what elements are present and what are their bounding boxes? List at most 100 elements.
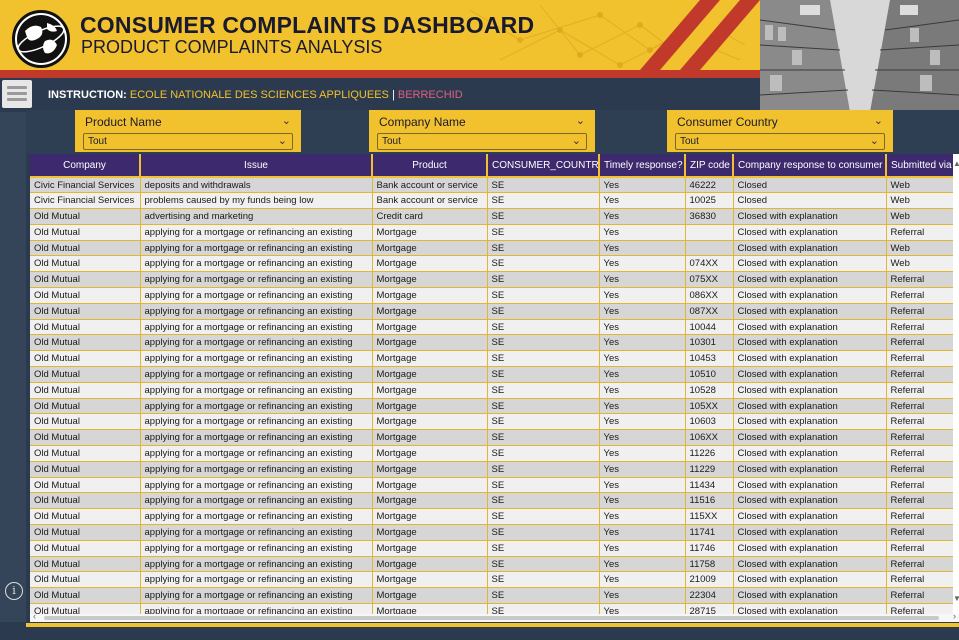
left-rail [0,112,26,622]
table-row[interactable]: Civic Financial Services deposits and wit… [30,177,957,194]
cell-consumer-country: SE [487,492,600,510]
chevron-down-icon[interactable]: ⌄ [282,114,291,127]
table-row[interactable]: Old Mutual applying for a mortgage or ref… [30,255,957,273]
cell-submitted-via: Referral [886,334,957,352]
cell-issue: applying for a mortgage or refinancing a… [140,429,373,447]
table-row[interactable]: Old Mutual applying for a mortgage or ref… [30,556,957,573]
hamburger-menu-icon[interactable] [2,80,32,108]
cell-product: Mortgage [372,461,488,478]
chevron-down-icon[interactable]: ⌄ [572,134,581,147]
table-row[interactable]: Old Mutual applying for a mortgage or ref… [30,350,957,368]
cell-issue: applying for a mortgage or refinancing a… [140,556,373,573]
table-row[interactable]: Old Mutual applying for a mortgage or ref… [30,540,957,557]
cell-submitted-via: Referral [886,508,957,526]
cell-submitted-via: Referral [886,398,957,415]
cell-issue: applying for a mortgage or refinancing a… [140,571,373,589]
cell-consumer-country: SE [487,255,600,273]
scroll-down-icon[interactable]: ▼ [953,594,959,603]
cell-submitted-via: Referral [886,445,957,462]
company-name-slicer[interactable]: Company Name ⌄ Tout ⌄ [369,110,595,152]
cell-timely-response: Yes [599,366,686,383]
vertical-scrollbar[interactable]: ▲ ▼ [953,154,959,622]
cell-zip-code: 10510 [685,366,734,383]
cell-timely-response: Yes [599,240,686,257]
cell-submitted-via: Web [886,208,957,225]
table-row[interactable]: Old Mutual applying for a mortgage or ref… [30,429,957,447]
product-name-dropdown[interactable]: Tout ⌄ [83,133,293,150]
cell-company-response: Closed with explanation [733,508,887,526]
scroll-up-icon[interactable]: ▲ [953,159,959,168]
cell-company-response: Closed [733,177,887,194]
column-header-submitted-via[interactable]: Submitted via [886,154,957,178]
cell-company: Old Mutual [30,319,141,336]
table-row[interactable]: Old Mutual applying for a mortgage or ref… [30,477,957,494]
cell-zip-code: 10044 [685,319,734,336]
column-header-product[interactable]: Product [372,154,488,178]
table-row[interactable]: Old Mutual applying for a mortgage or ref… [30,587,957,605]
table-row[interactable]: Old Mutual applying for a mortgage or ref… [30,271,957,289]
cell-company-response: Closed with explanation [733,334,887,352]
cell-submitted-via: Referral [886,524,957,541]
cell-company: Old Mutual [30,413,141,431]
cell-zip-code: 11516 [685,492,734,510]
table-row[interactable]: Old Mutual applying for a mortgage or ref… [30,224,957,241]
column-header-consumer-country[interactable]: CONSUMER_COUNTRY [487,154,600,178]
table-row[interactable]: Old Mutual applying for a mortgage or ref… [30,303,957,320]
cell-zip-code: 22304 [685,587,734,605]
table-row[interactable]: Old Mutual applying for a mortgage or ref… [30,413,957,431]
table-row[interactable]: Civic Financial Services problems caused … [30,192,957,210]
cell-consumer-country: SE [487,287,600,304]
table-row[interactable]: Old Mutual applying for a mortgage or ref… [30,382,957,399]
cell-zip-code [685,240,734,257]
column-header-timely-response[interactable]: Timely response? [599,154,686,178]
column-header-issue[interactable]: Issue [140,154,373,178]
table-row[interactable]: Old Mutual applying for a mortgage or ref… [30,287,957,304]
product-name-slicer[interactable]: Product Name ⌄ Tout ⌄ [75,110,301,152]
column-header-company[interactable]: Company [30,154,141,178]
table-row[interactable]: Old Mutual applying for a mortgage or ref… [30,492,957,510]
table-row[interactable]: Old Mutual applying for a mortgage or ref… [30,366,957,383]
scroll-left-icon[interactable]: ‹ [33,611,36,621]
cell-consumer-country: SE [487,524,600,541]
chevron-down-icon[interactable]: ⌄ [870,134,879,147]
cell-issue: applying for a mortgage or refinancing a… [140,350,373,368]
table-row[interactable]: Old Mutual applying for a mortgage or ref… [30,240,957,257]
chevron-down-icon[interactable]: ⌄ [576,114,585,127]
horizontal-scrollbar[interactable]: ‹ › [30,611,959,622]
cell-company-response: Closed with explanation [733,477,887,494]
column-header-zip-code[interactable]: ZIP code [685,154,734,178]
table-row[interactable]: Old Mutual applying for a mortgage or ref… [30,319,957,336]
cell-product: Mortgage [372,319,488,336]
cell-timely-response: Yes [599,319,686,336]
chevron-down-icon[interactable]: ⌄ [278,134,287,147]
complaints-table[interactable]: Company Issue Product CONSUMER_COUNTRY Timel… [30,154,959,622]
cell-issue: applying for a mortgage or refinancing a… [140,477,373,494]
cell-product: Mortgage [372,556,488,573]
column-header-company-response[interactable]: Company response to consumer [733,154,887,178]
consumer-country-slicer[interactable]: Consumer Country ⌄ Tout ⌄ [667,110,893,152]
cell-submitted-via: Web [886,240,957,257]
instruction-city: BERRECHID [397,89,463,101]
table-header-row: Company Issue Product CONSUMER_COUNTRY Timel… [30,154,957,178]
table-row[interactable]: Old Mutual applying for a mortgage or ref… [30,524,957,541]
instruction-school: ECOLE NATIONALE DES SCIENCES APPLIQUEES [129,89,389,101]
scroll-right-icon[interactable]: › [953,611,956,621]
company-name-dropdown[interactable]: Tout ⌄ [377,133,587,150]
cell-consumer-country: SE [487,556,600,573]
consumer-country-dropdown[interactable]: Tout ⌄ [675,133,885,150]
cell-product: Mortgage [372,287,488,304]
table-row[interactable]: Old Mutual advertising and marketing Credi… [30,208,957,225]
info-icon[interactable]: i [5,582,23,600]
cell-zip-code: 11741 [685,524,734,541]
table-row[interactable]: Old Mutual applying for a mortgage or ref… [30,398,957,415]
table-row[interactable]: Old Mutual applying for a mortgage or ref… [30,571,957,589]
cell-consumer-country: SE [487,240,600,257]
chevron-down-icon[interactable]: ⌄ [874,114,883,127]
scroll-thumb[interactable] [44,616,939,620]
cell-timely-response: Yes [599,413,686,431]
table-row[interactable]: Old Mutual applying for a mortgage or ref… [30,508,957,526]
table-row[interactable]: Old Mutual applying for a mortgage or ref… [30,334,957,352]
cell-product: Mortgage [372,524,488,541]
table-row[interactable]: Old Mutual applying for a mortgage or ref… [30,445,957,462]
table-row[interactable]: Old Mutual applying for a mortgage or ref… [30,461,957,478]
